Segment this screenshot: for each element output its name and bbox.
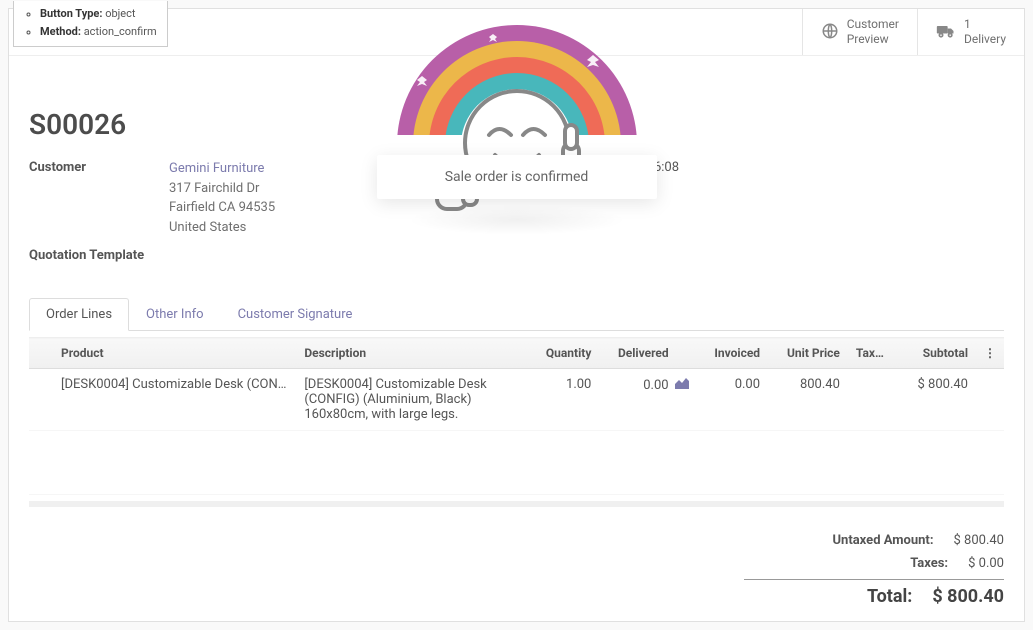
col-description[interactable]: Description xyxy=(296,338,528,369)
col-delivered[interactable]: Delivered xyxy=(599,338,676,369)
col-subtotal[interactable]: Subtotal xyxy=(899,338,976,369)
customer-addr2: Fairfield CA 94535 xyxy=(169,200,275,215)
globe-icon xyxy=(821,22,839,43)
dev-method-label: Method: xyxy=(40,25,81,38)
tab-customer-signature[interactable]: Customer Signature xyxy=(221,298,370,331)
confirm-message-box: Sale order is confirmed xyxy=(377,155,657,199)
totals: Untaxed Amount: $ 800.40 Taxes: $ 0.00 T… xyxy=(744,529,1004,611)
tab-order-lines[interactable]: Order Lines xyxy=(29,298,129,331)
col-quantity[interactable]: Quantity xyxy=(528,338,599,369)
customer-addr1: 317 Fairchild Dr xyxy=(169,181,259,196)
order-lines-table: Product Description Quantity Delivered I… xyxy=(29,337,1004,495)
cell-delivered: 0.00 xyxy=(643,378,668,393)
cell-taxes xyxy=(848,369,899,431)
customer-preview-line1: Customer xyxy=(847,17,899,32)
tabs: Order Lines Other Info Customer Signatur… xyxy=(29,297,1004,331)
quotation-template-label: Quotation Template xyxy=(29,247,169,263)
total-label: Total: xyxy=(744,586,932,607)
dev-tooltip: Button Type: object Method: action_confi… xyxy=(13,1,168,47)
col-product[interactable]: Product xyxy=(53,338,296,369)
cell-invoiced: 0.00 xyxy=(697,369,768,431)
col-unit-price[interactable]: Unit Price xyxy=(768,338,848,369)
untaxed-label: Untaxed Amount: xyxy=(744,533,954,548)
page-title: S00026 xyxy=(29,108,1004,141)
dev-button-type-label: Button Type: xyxy=(40,7,102,20)
delivery-count: 1 xyxy=(964,17,1006,32)
customer-preview-line2: Preview xyxy=(847,32,899,47)
form-view-card: Button Type: object Method: action_confi… xyxy=(8,8,1025,622)
col-options-icon[interactable]: ⋮ xyxy=(976,338,1004,369)
divider xyxy=(29,501,1004,507)
confirm-message: Sale order is confirmed xyxy=(445,169,589,185)
customer-label: Customer xyxy=(29,159,169,175)
taxes-label: Taxes: xyxy=(744,556,968,571)
untaxed-value: $ 800.40 xyxy=(954,533,1005,548)
col-taxes[interactable]: Tax… xyxy=(848,338,899,369)
cell-product: [DESK0004] Customizable Desk (CONF… xyxy=(53,369,296,431)
dev-button-type-value: object xyxy=(105,7,135,20)
taxes-value: $ 0.00 xyxy=(968,556,1004,571)
delivery-label: Delivery xyxy=(964,32,1006,47)
truck-icon xyxy=(936,23,956,42)
customer-preview-button[interactable]: Customer Preview xyxy=(802,9,917,55)
cell-quantity: 1.00 xyxy=(528,369,599,431)
total-value: $ 800.40 xyxy=(932,586,1004,607)
cell-description: [DESK0004] Customizable Desk (CONFIG) (A… xyxy=(296,369,528,431)
tab-other-info[interactable]: Other Info xyxy=(129,298,221,331)
cell-unit-price: 800.40 xyxy=(768,369,848,431)
customer-addr3: United States xyxy=(169,220,246,235)
table-row[interactable]: [DESK0004] Customizable Desk (CONF… [DES… xyxy=(29,369,1004,431)
delivery-button[interactable]: 1 Delivery xyxy=(917,9,1024,55)
cell-subtotal: $ 800.40 xyxy=(899,369,976,431)
dev-method-value: action_confirm xyxy=(84,25,157,38)
col-invoiced[interactable]: Invoiced xyxy=(697,338,768,369)
area-chart-icon[interactable] xyxy=(675,377,689,393)
customer-link[interactable]: Gemini Furniture xyxy=(169,161,264,176)
